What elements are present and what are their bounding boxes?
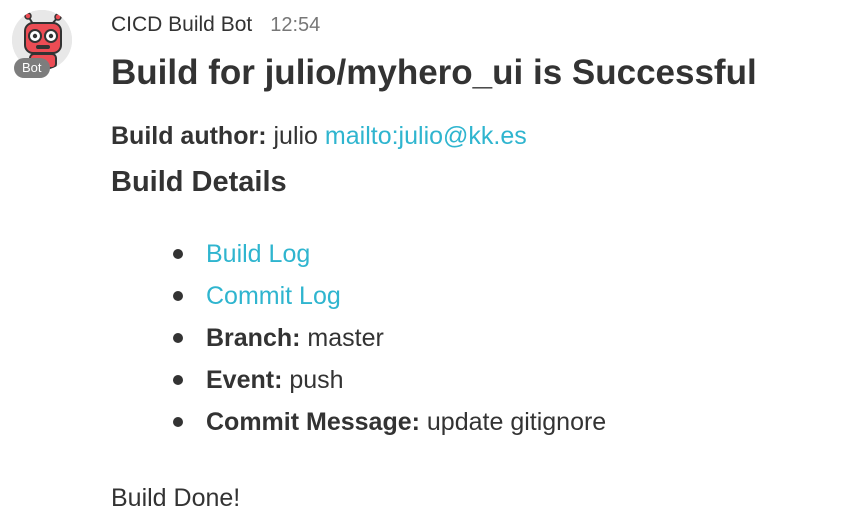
build-author-label: Build author: [111, 122, 267, 150]
commit-message-label: Commit Message: [206, 408, 420, 436]
bullet-icon [173, 291, 183, 301]
build-author-line: Build author: julio mailto:julio@kk.es [111, 118, 527, 154]
build-details-heading: Build Details [111, 166, 287, 198]
build-log-link[interactable]: Build Log [206, 240, 310, 268]
branch-label: Branch: [206, 324, 301, 352]
build-details-list: Build Log Commit Log Branch: master Even… [171, 233, 606, 443]
message-header: CICD Build Bot 12:54 [111, 10, 320, 40]
commit-log-link[interactable]: Commit Log [206, 282, 341, 310]
message-timestamp[interactable]: 12:54 [270, 14, 320, 37]
bullet-icon [173, 333, 183, 343]
build-done-text: Build Done! [111, 484, 241, 512]
list-item-commit-message: Commit Message: update gitignore [171, 401, 606, 443]
bot-badge: Bot [14, 58, 50, 78]
list-item-commit-log: Commit Log [171, 275, 606, 317]
build-author-name: julio [273, 122, 318, 150]
list-item-branch: Branch: master [171, 317, 606, 359]
sender-name[interactable]: CICD Build Bot [111, 13, 252, 37]
branch-value: master [307, 324, 384, 352]
author-email-link[interactable]: mailto:julio@kk.es [325, 122, 527, 150]
build-title: Build for julio/myhero_ui is Successful [111, 53, 757, 92]
bullet-icon [173, 249, 183, 259]
list-item-build-log: Build Log [171, 233, 606, 275]
event-value: push [289, 366, 344, 394]
commit-message-value: update gitignore [426, 408, 607, 436]
event-label: Event: [206, 366, 283, 394]
bot-avatar[interactable]: Bot [8, 8, 76, 78]
bullet-icon [173, 417, 183, 427]
list-item-event: Event: push [171, 359, 606, 401]
bullet-icon [173, 375, 183, 385]
